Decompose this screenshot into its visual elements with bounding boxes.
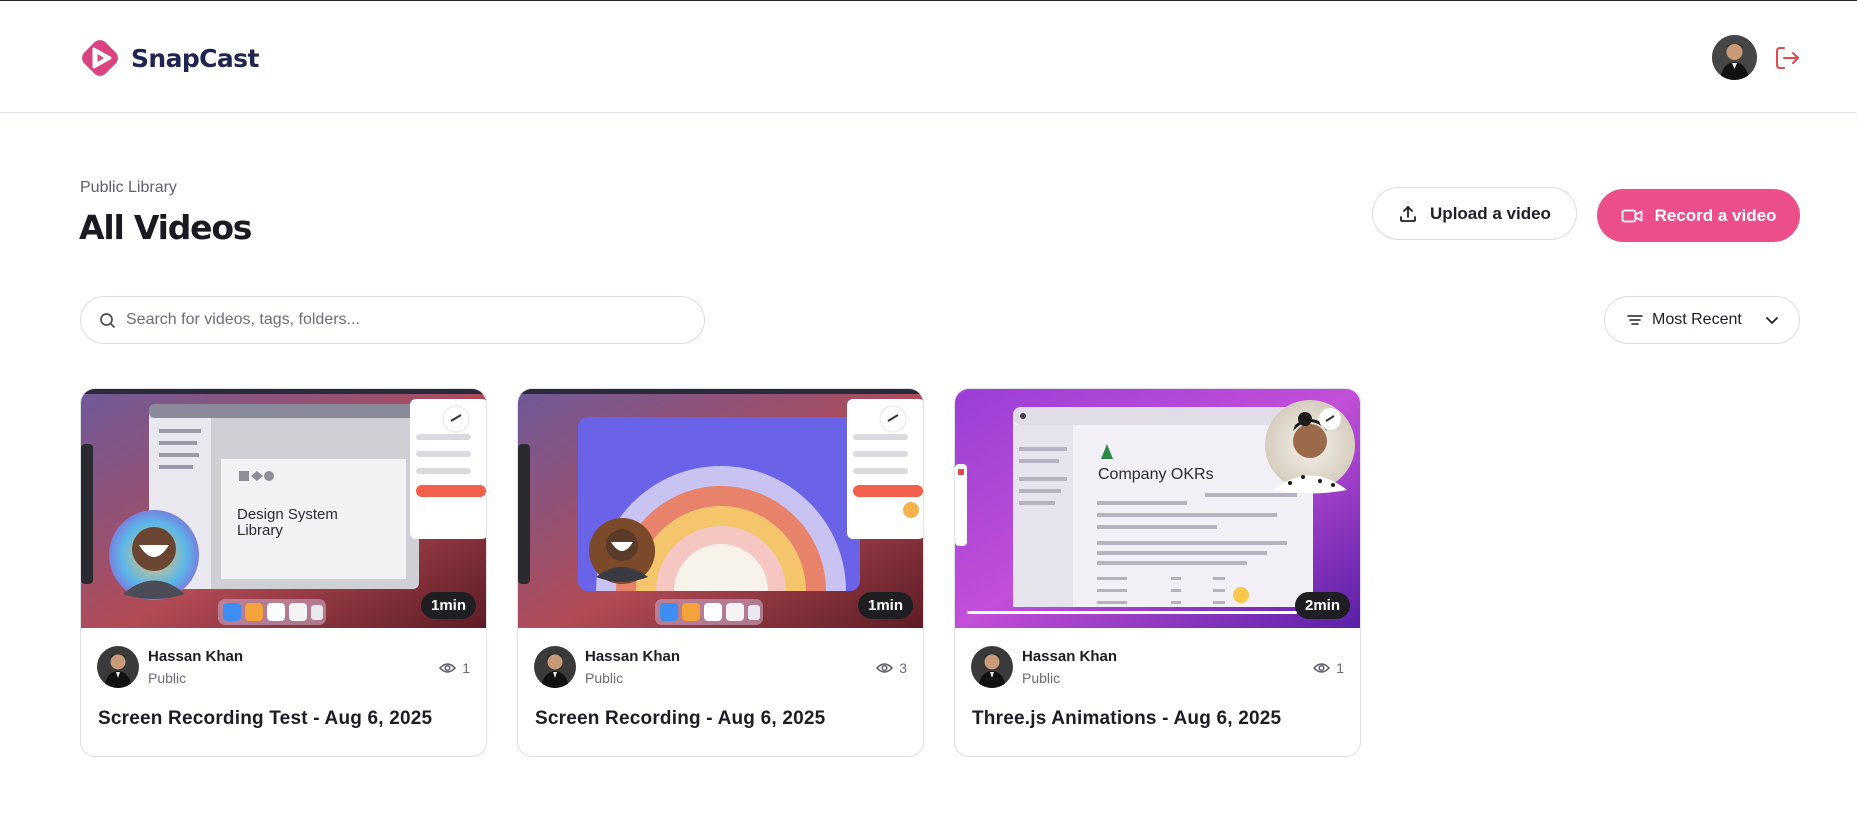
- video-camera-icon: [1621, 209, 1642, 222]
- author-avatar: [97, 646, 139, 688]
- view-count-value: 1: [462, 660, 470, 676]
- visibility-label: Public: [1022, 670, 1061, 686]
- visibility-label: Public: [585, 670, 624, 686]
- logout-icon: [1776, 47, 1799, 69]
- duration-badge: 1min: [857, 592, 913, 619]
- video-card[interactable]: Design System Library 1min Hassan Khan P…: [80, 388, 487, 757]
- chevron-down-icon: [1765, 316, 1778, 324]
- snapcast-logo-icon: [82, 40, 118, 76]
- video-thumbnail[interactable]: 1min: [518, 389, 923, 628]
- app-name: SnapCast: [131, 43, 259, 73]
- eye-icon: [1313, 663, 1331, 673]
- upload-icon: [1400, 205, 1416, 222]
- video-thumbnail[interactable]: Company OKRs 2min: [955, 389, 1360, 628]
- app-logo[interactable]: SnapCast: [79, 37, 259, 79]
- record-video-label: Record a video: [1654, 205, 1777, 225]
- author-name: Hassan Khan: [148, 648, 244, 665]
- visibility-label: Public: [148, 670, 187, 686]
- view-count-value: 1: [1336, 660, 1344, 676]
- search-input[interactable]: [126, 311, 686, 329]
- record-video-button[interactable]: Record a video: [1597, 189, 1800, 242]
- sort-selected-value: Most Recent: [1652, 311, 1742, 328]
- video-thumbnail[interactable]: Design System Library 1min: [81, 389, 486, 628]
- duration-badge: 2min: [1294, 592, 1350, 619]
- page-title: All Videos: [79, 208, 252, 247]
- video-meta: Hassan Khan Public 1 Three.js Animations…: [955, 628, 1360, 756]
- video-card[interactable]: 1min Hassan Khan Public 3 Screen Recordi…: [517, 388, 924, 757]
- upload-video-label: Upload a video: [1430, 203, 1551, 223]
- eye-icon: [439, 663, 457, 673]
- thumbnail-caption: Company OKRs: [1098, 466, 1214, 483]
- view-count-value: 3: [899, 660, 907, 676]
- user-avatar[interactable]: [1712, 35, 1757, 80]
- upload-video-button[interactable]: Upload a video: [1372, 187, 1577, 240]
- sort-dropdown[interactable]: Most Recent: [1604, 296, 1800, 344]
- author-avatar: [534, 646, 576, 688]
- video-title[interactable]: Three.js Animations - Aug 6, 2025: [972, 708, 1281, 730]
- view-count: 1: [1313, 660, 1344, 676]
- search-icon: [100, 312, 115, 328]
- author-name: Hassan Khan: [585, 648, 681, 665]
- view-count: 1: [439, 660, 470, 676]
- library-eyebrow: Public Library: [80, 179, 177, 196]
- video-title[interactable]: Screen Recording - Aug 6, 2025: [535, 708, 825, 730]
- video-card[interactable]: Company OKRs 2min Hassan Khan Public 1 T…: [954, 388, 1361, 757]
- logout-button[interactable]: [1772, 43, 1802, 73]
- video-meta: Hassan Khan Public 1 Screen Recording Te…: [81, 628, 486, 756]
- video-meta: Hassan Khan Public 3 Screen Recording - …: [518, 628, 923, 756]
- author-avatar: [971, 646, 1013, 688]
- author-name: Hassan Khan: [1022, 648, 1118, 665]
- video-title[interactable]: Screen Recording Test - Aug 6, 2025: [98, 708, 432, 730]
- duration-badge: 1min: [420, 592, 476, 619]
- eye-icon: [876, 663, 894, 673]
- thumbnail-caption: Design System Library: [237, 506, 338, 539]
- search-bar[interactable]: [80, 296, 705, 344]
- app-header: SnapCast: [0, 1, 1857, 113]
- view-count: 3: [876, 660, 907, 676]
- sort-lines-icon: [1627, 315, 1643, 325]
